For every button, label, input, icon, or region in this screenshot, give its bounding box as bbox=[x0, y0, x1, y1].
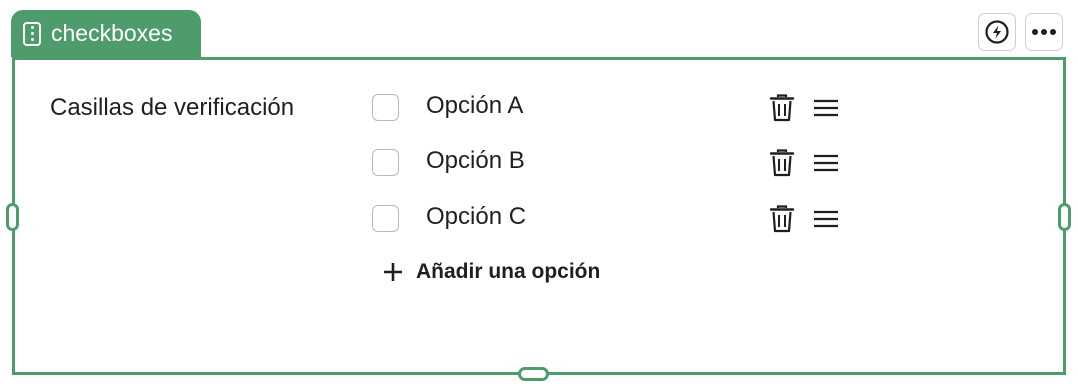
option-row: Opción B bbox=[372, 141, 852, 181]
option-label[interactable]: Opción B bbox=[426, 147, 525, 175]
field-label[interactable]: Casillas de verificación bbox=[50, 94, 294, 122]
more-horizontal-icon bbox=[1032, 29, 1056, 35]
drag-handle-icon[interactable] bbox=[812, 207, 840, 231]
resize-handle-bottom[interactable] bbox=[518, 367, 549, 381]
add-option-button[interactable]: Añadir una opción bbox=[383, 260, 600, 284]
option-checkbox[interactable] bbox=[372, 94, 399, 121]
checkbox-field-editor: checkboxes Casillas de verificación Opci… bbox=[0, 0, 1078, 388]
drag-handle-icon[interactable] bbox=[812, 151, 840, 175]
block-type-label: checkboxes bbox=[51, 20, 173, 46]
lightning-icon bbox=[985, 20, 1009, 44]
block-type-tab[interactable]: checkboxes bbox=[11, 10, 201, 57]
trash-icon[interactable] bbox=[768, 148, 796, 178]
trash-icon[interactable] bbox=[768, 93, 796, 123]
trash-icon[interactable] bbox=[768, 204, 796, 234]
drag-handle-icon[interactable] bbox=[812, 96, 840, 120]
option-label[interactable]: Opción A bbox=[426, 92, 523, 120]
logic-button[interactable] bbox=[978, 13, 1016, 51]
resize-handle-right[interactable] bbox=[1058, 203, 1071, 231]
option-label[interactable]: Opción C bbox=[426, 203, 526, 231]
add-option-label: Añadir una opción bbox=[416, 260, 601, 283]
resize-handle-left[interactable] bbox=[6, 203, 19, 231]
option-checkbox[interactable] bbox=[372, 205, 399, 232]
option-checkbox[interactable] bbox=[372, 149, 399, 176]
more-options-button[interactable] bbox=[1025, 13, 1063, 51]
plus-icon bbox=[384, 263, 402, 281]
option-row: Opción A bbox=[372, 86, 852, 126]
drag-handle-icon[interactable] bbox=[23, 21, 41, 46]
option-row: Opción C bbox=[372, 197, 852, 237]
